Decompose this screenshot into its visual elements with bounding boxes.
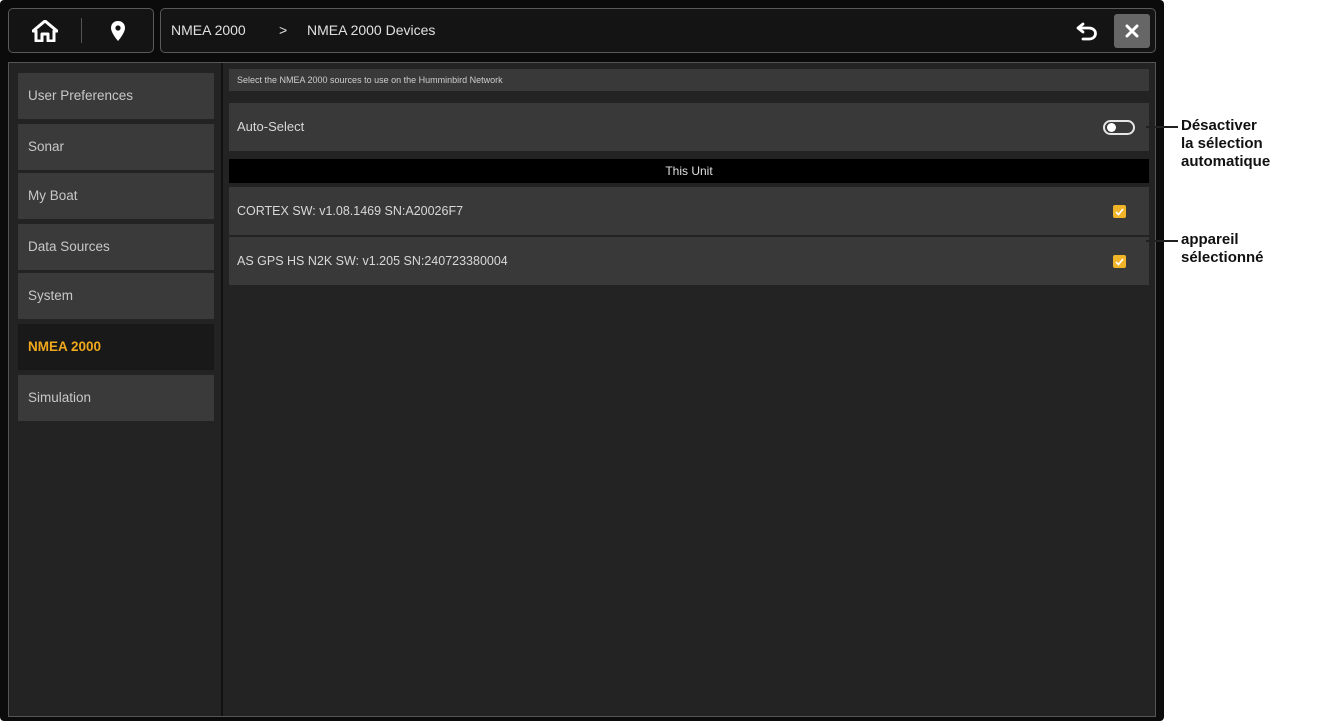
home-icon xyxy=(32,19,58,42)
nmea-devices-content: Select the NMEA 2000 sources to use on t… xyxy=(223,63,1155,716)
device-checkbox[interactable] xyxy=(1113,205,1126,218)
breadcrumb: NMEA 2000 > NMEA 2000 Devices xyxy=(160,8,1156,53)
callout-line-1: Désactiver xyxy=(1181,117,1257,134)
sidebar-item-simulation[interactable]: Simulation xyxy=(18,375,214,421)
sidebar-item-my-boat[interactable]: My Boat xyxy=(18,173,214,219)
device-callout-line xyxy=(1146,240,1178,242)
sidebar-item-nmea-2000[interactable]: NMEA 2000 xyxy=(18,324,214,370)
breadcrumb-item-devices: NMEA 2000 Devices xyxy=(307,22,436,38)
toggle-knob xyxy=(1107,123,1116,132)
toggle-callout: Désactiver la sélection automatique xyxy=(1181,117,1270,171)
breadcrumb-separator: > xyxy=(279,22,288,38)
auto-select-row[interactable]: Auto-Select xyxy=(229,103,1149,151)
map-pin-icon xyxy=(111,20,125,41)
close-icon xyxy=(1125,24,1139,38)
device-label: AS GPS HS N2K SW: v1.205 SN:240723380004 xyxy=(237,254,508,268)
toggle-callout-line xyxy=(1146,126,1178,128)
home-button[interactable] xyxy=(9,9,81,52)
device-checkbox[interactable] xyxy=(1113,255,1126,268)
callout-line-1: appareil xyxy=(1181,231,1239,248)
info-text: Select the NMEA 2000 sources to use on t… xyxy=(229,69,1149,91)
settings-sidebar: User Preferences Sonar My Boat Data Sour… xyxy=(9,63,221,716)
check-icon xyxy=(1115,207,1124,216)
check-icon xyxy=(1115,257,1124,266)
callout-line-2: sélectionné xyxy=(1181,249,1264,266)
auto-select-toggle[interactable] xyxy=(1103,120,1135,135)
callout-line-3: automatique xyxy=(1181,153,1271,170)
device-row-cortex[interactable]: CORTEX SW: v1.08.1469 SN:A20026F7 xyxy=(229,187,1149,235)
device-row-gps[interactable]: AS GPS HS N2K SW: v1.205 SN:240723380004 xyxy=(229,237,1149,285)
waypoint-button[interactable] xyxy=(82,9,154,52)
section-header: This Unit xyxy=(229,159,1149,183)
callout-line-2: la sélection xyxy=(1181,135,1263,152)
device-callout: appareil sélectionné xyxy=(1181,231,1264,267)
undo-arrow-icon xyxy=(1076,22,1097,41)
auto-select-label: Auto-Select xyxy=(237,119,305,134)
close-button[interactable] xyxy=(1114,14,1150,48)
sidebar-item-system[interactable]: System xyxy=(18,273,214,319)
sidebar-item-data-sources[interactable]: Data Sources xyxy=(18,224,214,270)
device-label: CORTEX SW: v1.08.1469 SN:A20026F7 xyxy=(237,204,464,218)
sidebar-item-user-preferences[interactable]: User Preferences xyxy=(18,73,214,119)
settings-panel: User Preferences Sonar My Boat Data Sour… xyxy=(8,62,1156,717)
top-bar: NMEA 2000 > NMEA 2000 Devices xyxy=(8,8,1156,53)
breadcrumb-item-nmea2000[interactable]: NMEA 2000 xyxy=(171,9,246,52)
nav-button-group xyxy=(8,8,154,53)
back-button[interactable] xyxy=(1071,16,1103,46)
sidebar-item-sonar[interactable]: Sonar xyxy=(18,124,214,170)
device-screen: NMEA 2000 > NMEA 2000 Devices User Prefe… xyxy=(0,0,1164,721)
